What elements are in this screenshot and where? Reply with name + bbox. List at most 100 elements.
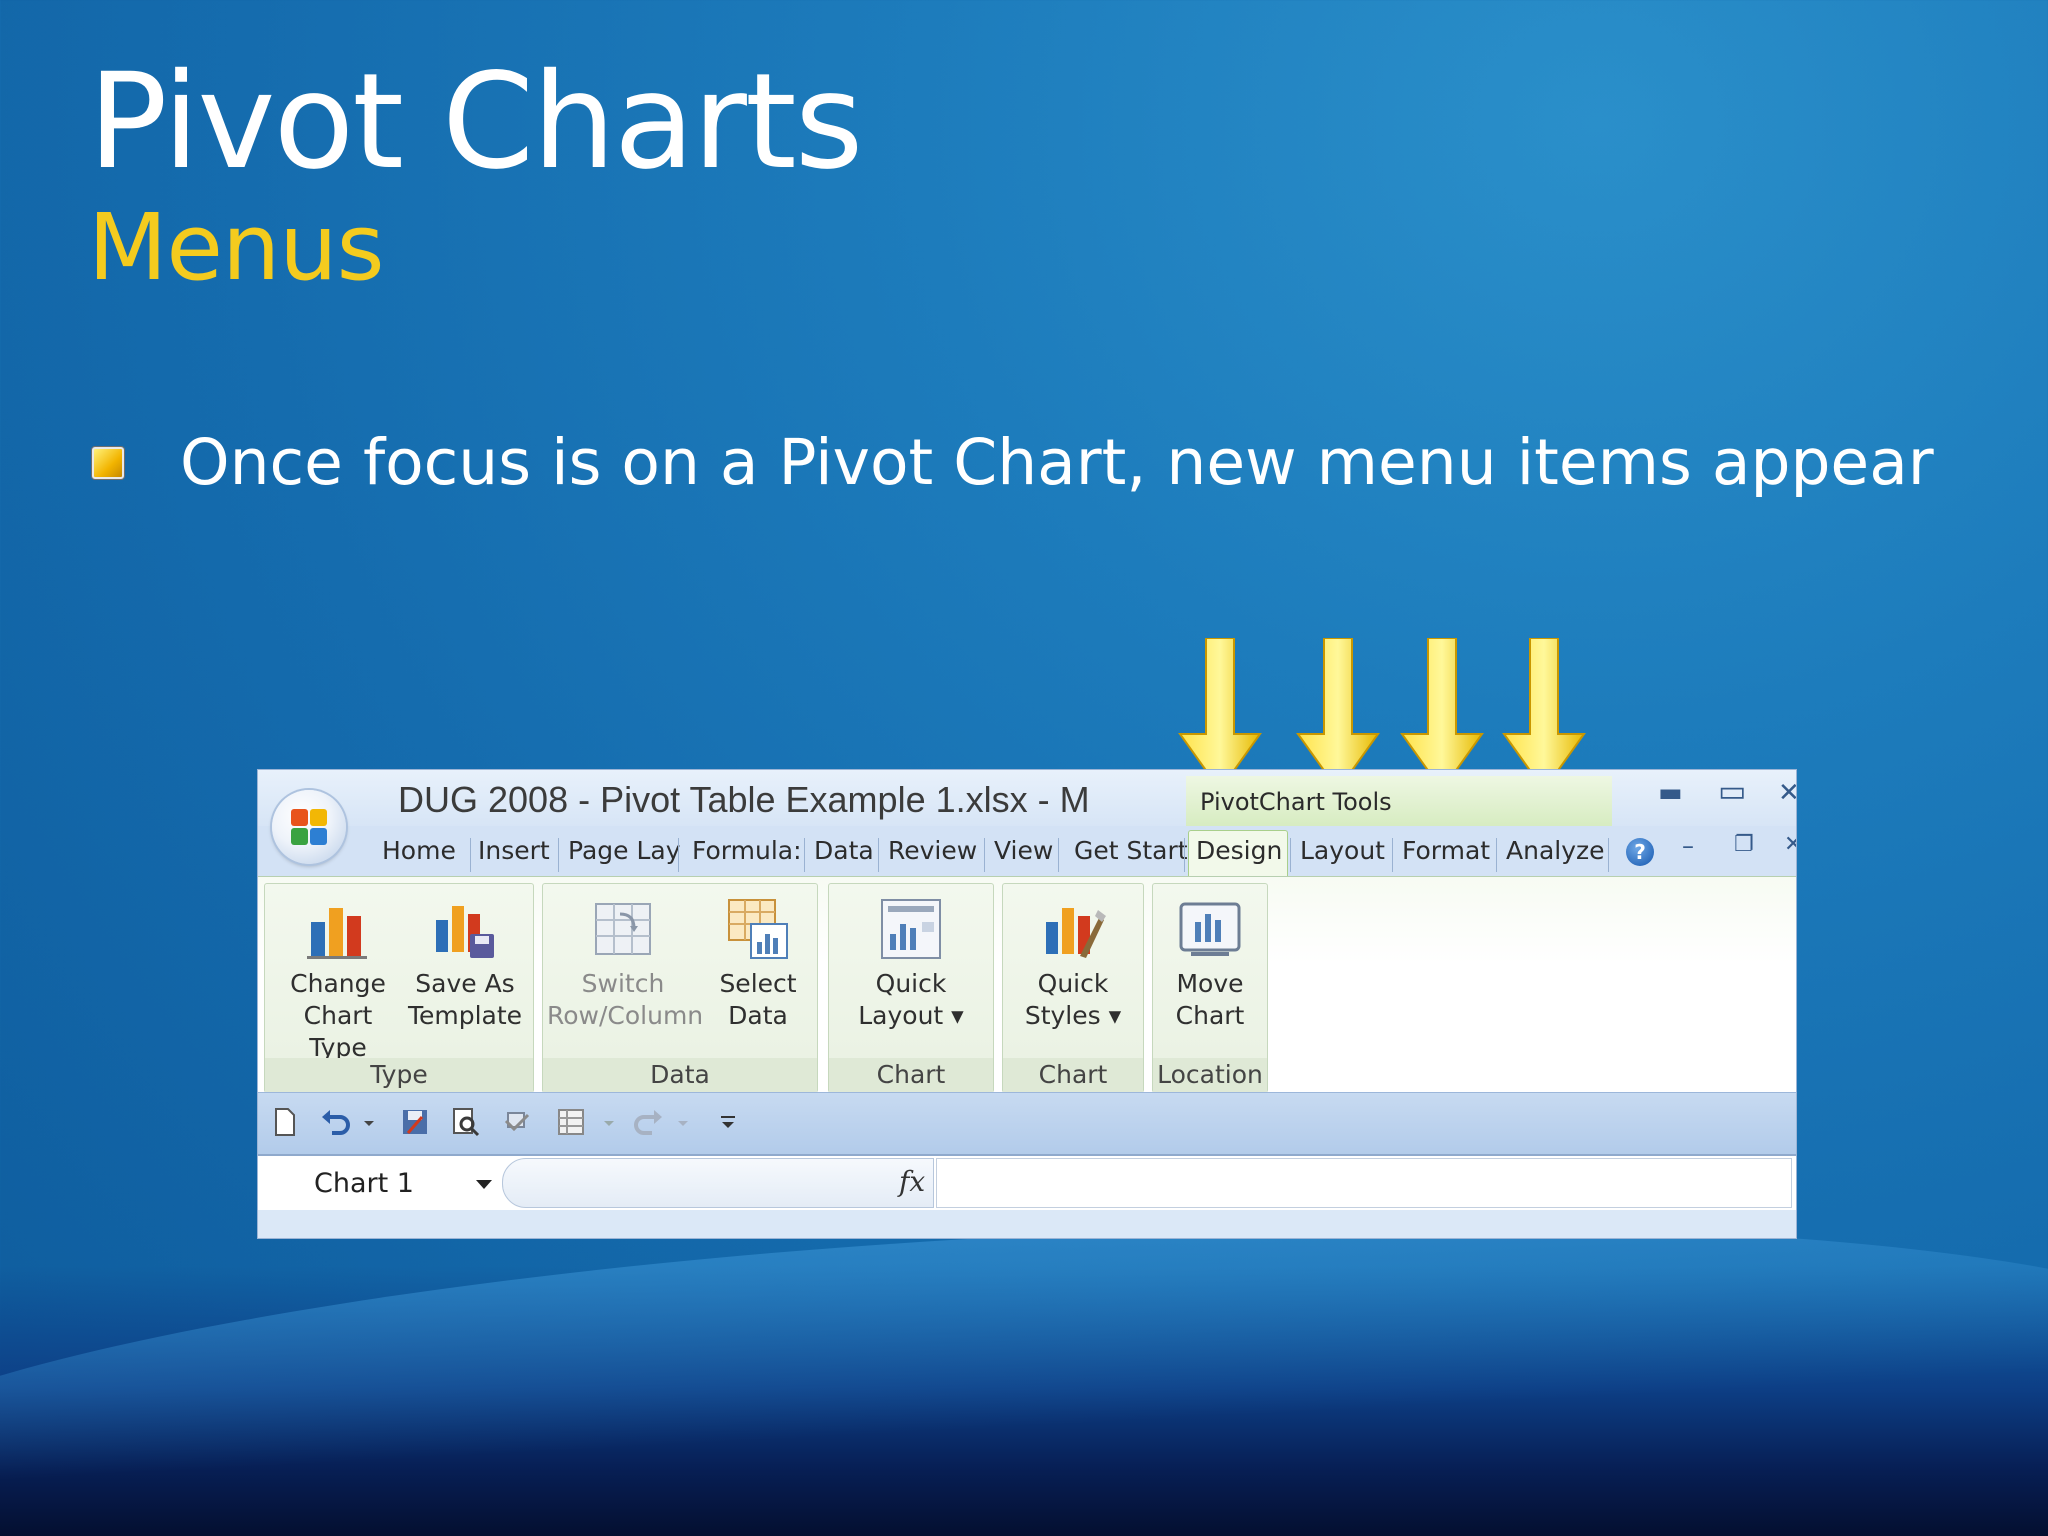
save-icon[interactable] bbox=[400, 1107, 430, 1137]
tab-separator bbox=[678, 838, 679, 872]
group-type: Change Chart Type Save As Template Type bbox=[264, 883, 534, 1093]
tab-layout[interactable]: Layout bbox=[1300, 836, 1385, 865]
quick-layout-button[interactable]: Quick Layout ▾ bbox=[833, 896, 989, 1032]
ribbon-tab-bar: Home Insert Page Lay Formula: Data Revie… bbox=[258, 826, 1796, 877]
tab-analyze[interactable]: Analyze bbox=[1506, 836, 1605, 865]
undo-dropdown-icon[interactable] bbox=[362, 1107, 376, 1137]
move-chart-icon bbox=[1179, 902, 1241, 956]
bullet-square-icon bbox=[92, 447, 124, 479]
window-title: DUG 2008 - Pivot Table Example 1.xlsx - … bbox=[398, 779, 1090, 820]
context-tools-label: PivotChart Tools bbox=[1200, 788, 1392, 816]
slide-subtitle: Menus bbox=[88, 194, 385, 301]
print-preview-icon[interactable] bbox=[450, 1107, 480, 1137]
select-data-button[interactable]: Select Data bbox=[703, 896, 813, 1032]
group-label-location: Location bbox=[1153, 1058, 1267, 1092]
move-chart-label-2: Chart bbox=[1175, 1001, 1245, 1030]
group-label-chart-styles: Chart Styles bbox=[1003, 1058, 1143, 1123]
office-logo-icon bbox=[291, 809, 327, 845]
group-label-chart-layouts: Chart Layouts bbox=[829, 1058, 993, 1123]
close-icon[interactable]: ✕ bbox=[1778, 778, 1796, 808]
tab-formulas[interactable]: Formula: bbox=[692, 836, 802, 865]
quick-styles-icon bbox=[1046, 908, 1106, 958]
switch-row-column-icon bbox=[595, 903, 651, 955]
arrow-down-icon bbox=[1296, 638, 1380, 792]
quick-layout-label-2: Layout ▾ bbox=[858, 1001, 964, 1030]
tab-separator bbox=[804, 838, 805, 872]
group-chart-layouts: Quick Layout ▾ Chart Layouts bbox=[828, 883, 994, 1123]
bullet-item: Once focus is on a Pivot Chart, new menu… bbox=[92, 428, 1934, 498]
group-location: Move Chart Location bbox=[1152, 883, 1268, 1093]
name-box-dropdown-icon[interactable] bbox=[476, 1180, 492, 1189]
arrow-down-icon bbox=[1400, 638, 1484, 792]
change-chart-type-label-2: Chart Type bbox=[303, 1001, 373, 1062]
save-as-template-button[interactable]: Save As Template bbox=[403, 896, 527, 1032]
table-icon[interactable] bbox=[556, 1107, 586, 1137]
tab-format[interactable]: Format bbox=[1402, 836, 1490, 865]
group-label-data: Data bbox=[543, 1058, 817, 1092]
tab-data[interactable]: Data bbox=[814, 836, 874, 865]
excel-ribbon-screenshot: DUG 2008 - Pivot Table Example 1.xlsx - … bbox=[258, 770, 1796, 1238]
tab-page-layout[interactable]: Page Lay bbox=[568, 836, 681, 865]
office-button[interactable] bbox=[272, 790, 346, 864]
switch-row-column-button[interactable]: Switch Row/Column bbox=[547, 896, 704, 1032]
minimize-icon[interactable]: ▬ bbox=[1658, 778, 1683, 808]
save-as-template-label-1: Save As bbox=[415, 969, 515, 998]
table-dropdown-icon[interactable] bbox=[602, 1107, 616, 1137]
move-chart-button[interactable]: Move Chart bbox=[1157, 896, 1263, 1032]
ribbon-close-icon[interactable]: ✕ bbox=[1784, 832, 1796, 857]
arrow-down-icon bbox=[1178, 638, 1262, 792]
change-chart-type-label-1: Change bbox=[290, 969, 386, 998]
change-chart-type-button[interactable]: Change Chart Type bbox=[273, 896, 403, 1064]
switch-row-column-label-2: Row/Column bbox=[547, 1001, 704, 1030]
spelling-icon[interactable] bbox=[502, 1107, 532, 1137]
group-data: Switch Row/Column Select Data Data bbox=[542, 883, 818, 1093]
quick-access-toolbar bbox=[258, 1092, 1796, 1155]
select-data-icon bbox=[728, 899, 788, 959]
move-chart-label-1: Move bbox=[1176, 969, 1244, 998]
title-bar: DUG 2008 - Pivot Table Example 1.xlsx - … bbox=[258, 770, 1796, 830]
fx-icon[interactable]: fx bbox=[899, 1165, 925, 1198]
quick-layout-icon bbox=[881, 899, 941, 959]
tab-separator bbox=[878, 838, 879, 872]
new-doc-icon[interactable] bbox=[270, 1107, 300, 1137]
switch-row-column-label-1: Switch bbox=[581, 969, 665, 998]
tab-separator bbox=[1058, 838, 1059, 872]
pivotchart-tools-context: PivotChart Tools bbox=[1186, 776, 1612, 830]
tab-separator bbox=[470, 838, 471, 872]
redo-dropdown-icon[interactable] bbox=[676, 1107, 690, 1137]
save-as-template-icon bbox=[436, 906, 494, 958]
group-chart-styles: Quick Styles ▾ Chart Styles bbox=[1002, 883, 1144, 1123]
ribbon-minimize-icon[interactable]: – bbox=[1682, 832, 1694, 860]
tab-review[interactable]: Review bbox=[888, 836, 977, 865]
customize-qat-icon[interactable] bbox=[718, 1107, 738, 1137]
tab-separator bbox=[1608, 838, 1609, 872]
formula-controls: fx bbox=[502, 1158, 934, 1208]
tab-get-started[interactable]: Get Start bbox=[1074, 836, 1188, 865]
tab-view[interactable]: View bbox=[994, 836, 1053, 865]
help-icon[interactable]: ? bbox=[1626, 838, 1654, 866]
formula-bar: Chart 1 fx bbox=[258, 1154, 1796, 1212]
tab-separator bbox=[984, 838, 985, 872]
undo-icon[interactable] bbox=[320, 1107, 350, 1137]
tab-home[interactable]: Home bbox=[382, 836, 456, 865]
ribbon-restore-icon[interactable]: ❐ bbox=[1734, 832, 1754, 857]
quick-styles-label-2: Styles ▾ bbox=[1024, 1001, 1122, 1030]
tab-separator bbox=[1392, 838, 1393, 872]
window-bottom-strip bbox=[258, 1210, 1796, 1238]
redo-icon[interactable] bbox=[634, 1107, 664, 1137]
name-box[interactable]: Chart 1 bbox=[262, 1160, 498, 1204]
arrow-down-icon bbox=[1502, 638, 1586, 792]
select-data-label-2: Data bbox=[728, 1001, 788, 1030]
formula-input[interactable] bbox=[936, 1158, 1792, 1208]
tab-separator bbox=[1184, 838, 1185, 872]
maximize-icon[interactable]: ▭ bbox=[1718, 774, 1746, 809]
tab-design[interactable]: Design bbox=[1196, 836, 1282, 865]
tab-separator bbox=[1290, 838, 1291, 872]
ribbon-panel: Change Chart Type Save As Template Type bbox=[258, 876, 1796, 1123]
quick-styles-button[interactable]: Quick Styles ▾ bbox=[1007, 896, 1139, 1032]
change-chart-type-icon bbox=[307, 908, 367, 959]
save-as-template-label-2: Template bbox=[407, 1001, 523, 1030]
tab-separator bbox=[558, 838, 559, 872]
tab-insert[interactable]: Insert bbox=[478, 836, 550, 865]
bullet-text: Once focus is on a Pivot Chart, new menu… bbox=[180, 426, 1934, 499]
